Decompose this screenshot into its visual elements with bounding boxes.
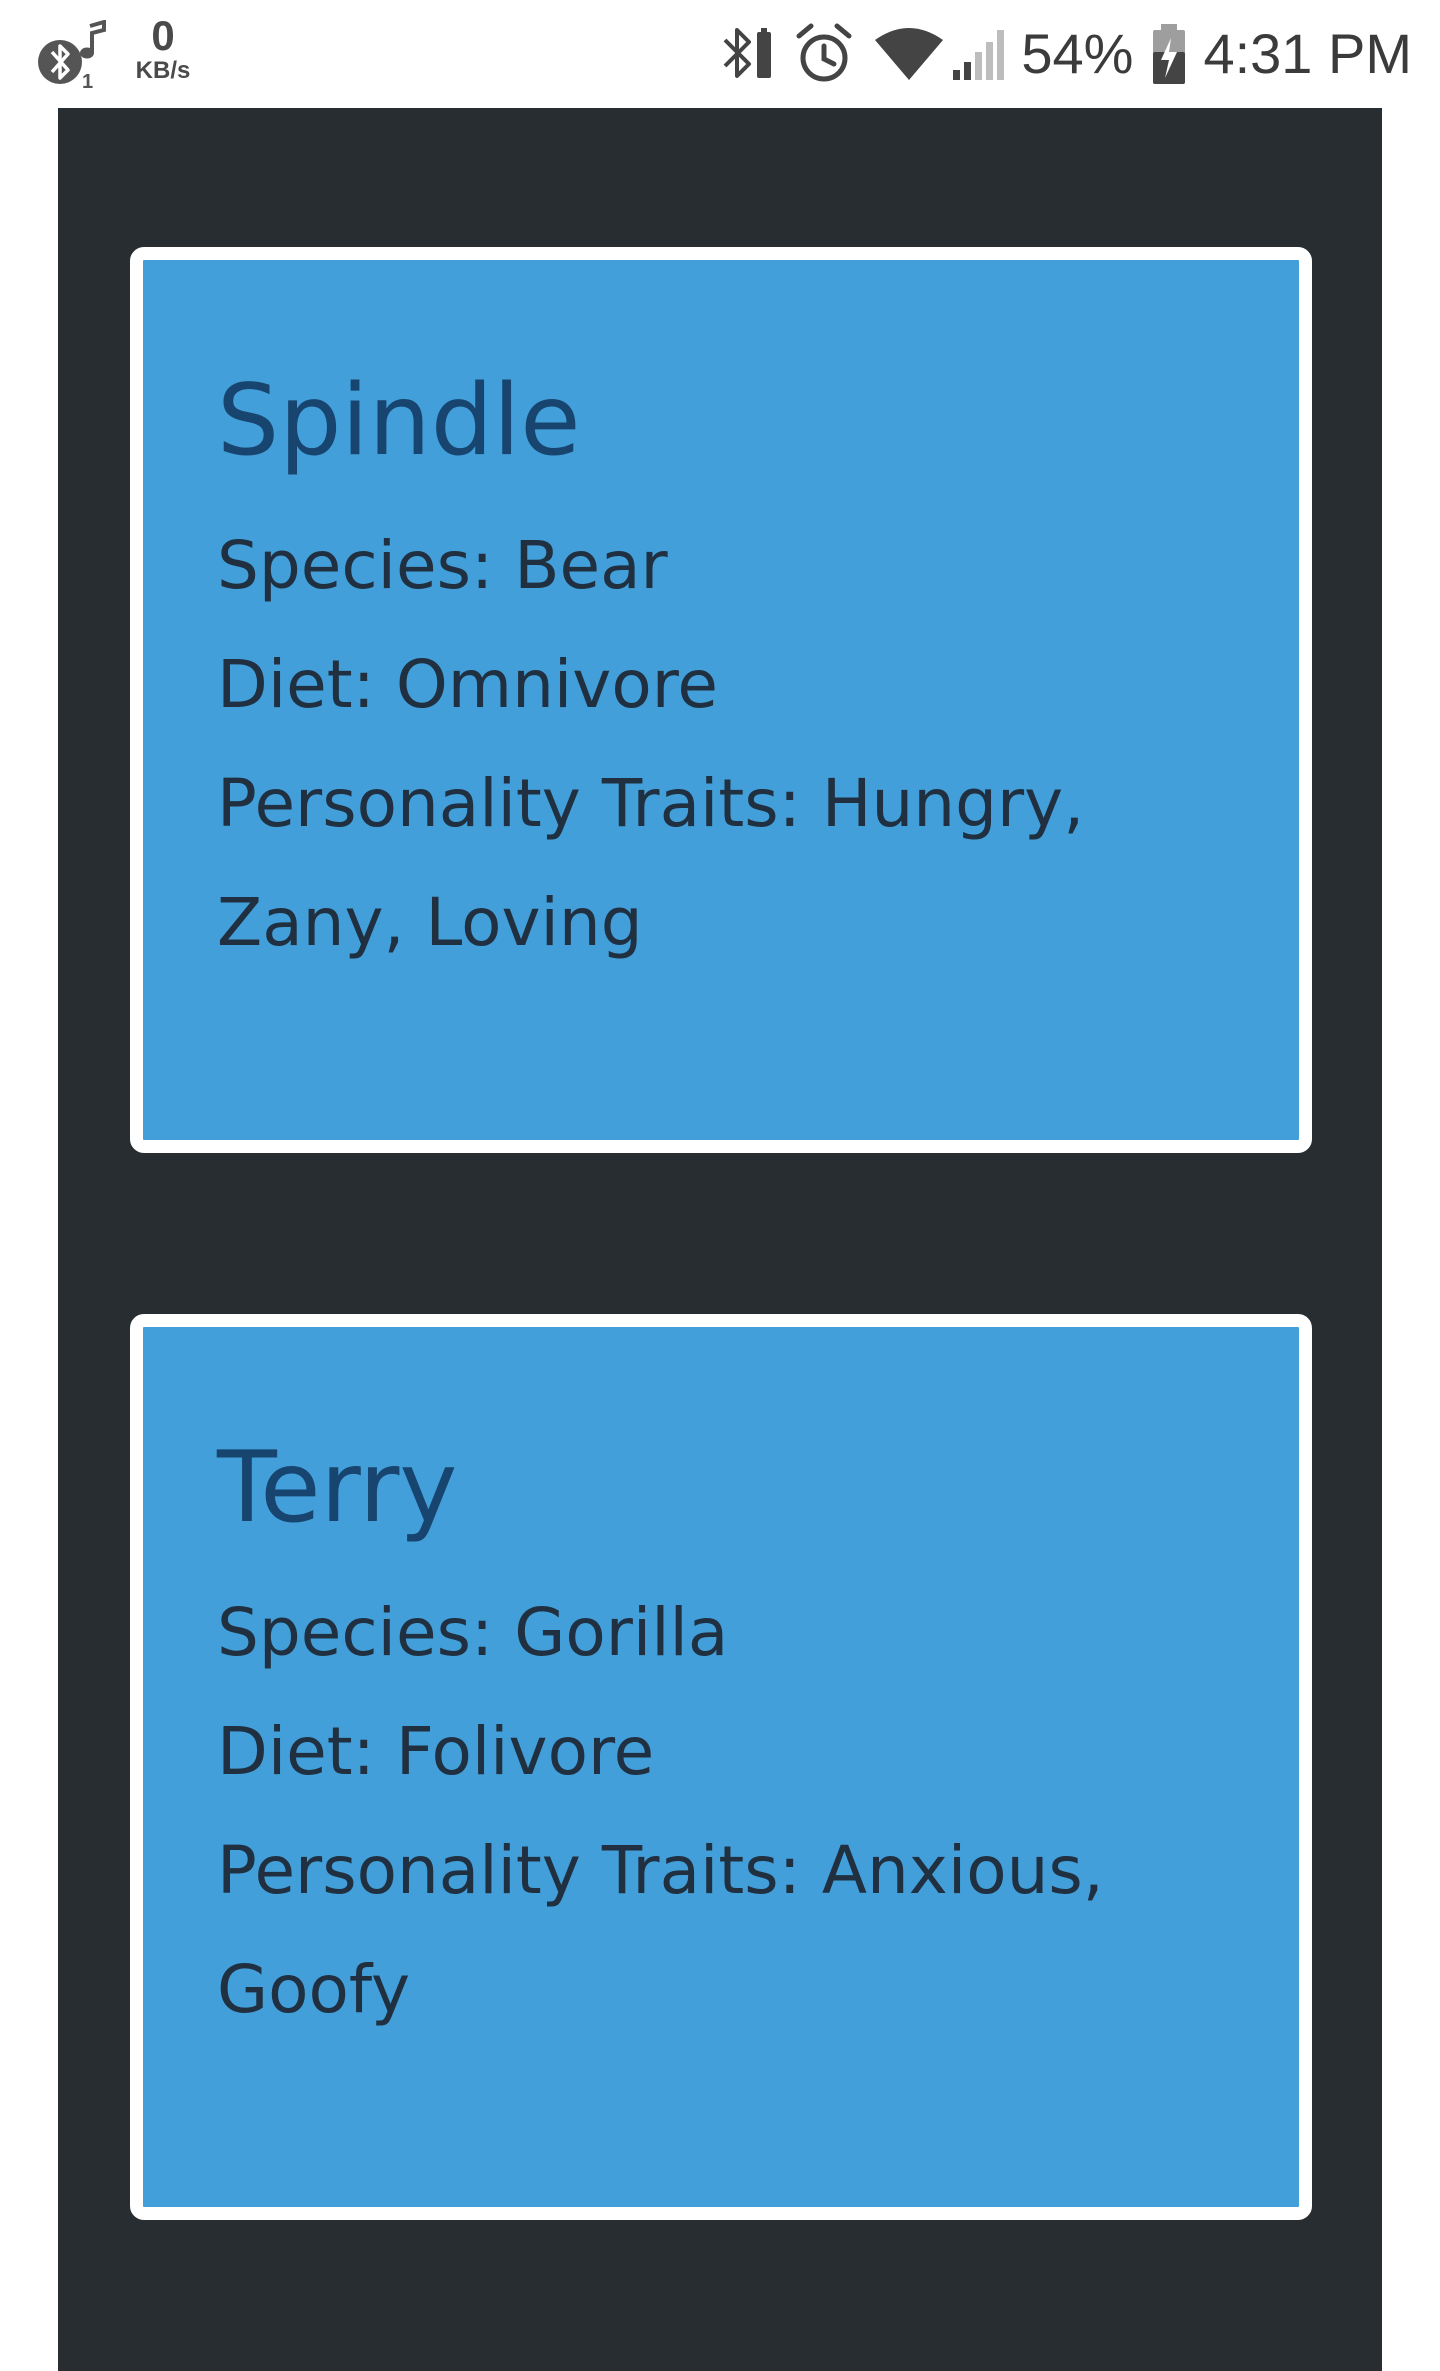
animal-traits-line-1: Personality Traits: Anxious, bbox=[217, 1832, 1104, 1909]
status-left-icons: 1 bbox=[34, 18, 124, 90]
animal-diet: Diet: Omnivore bbox=[217, 646, 718, 723]
battery-percent: 54% bbox=[1021, 22, 1134, 85]
clock: 4:31 PM bbox=[1203, 22, 1412, 85]
animal-list: Spindle Species: Bear Diet: Omnivore Per… bbox=[58, 108, 1382, 2371]
svg-text:1: 1 bbox=[82, 71, 93, 90]
network-speed: 0 KB/s bbox=[128, 14, 198, 84]
alarm-icon bbox=[796, 23, 852, 82]
animal-traits-line-1: Personality Traits: Hungry, bbox=[217, 765, 1085, 842]
animal-name: Terry bbox=[217, 1431, 458, 1545]
music-note-icon bbox=[80, 20, 106, 59]
animal-name: Spindle bbox=[217, 364, 581, 478]
animal-card: Spindle Species: Bear Diet: Omnivore Per… bbox=[130, 247, 1312, 1153]
cellular-signal-icon bbox=[953, 30, 1005, 80]
animal-card-content: Spindle Species: Bear Diet: Omnivore Per… bbox=[217, 366, 1227, 982]
animal-traits-line-2: Zany, Loving bbox=[217, 884, 643, 961]
status-bar: 1 0 KB/s 54% 4:31 PM bbox=[0, 0, 1440, 108]
animal-traits-line-2: Goofy bbox=[217, 1951, 411, 2028]
network-speed-value: 0 bbox=[151, 12, 175, 59]
bluetooth-battery-icon bbox=[723, 28, 772, 78]
status-right-icons: 54% 4:31 PM bbox=[715, 18, 1412, 90]
battery-charging-icon bbox=[1153, 24, 1186, 84]
animal-card-content: Terry Species: Gorilla Diet: Folivore Pe… bbox=[217, 1433, 1227, 2049]
animal-species: Species: Bear bbox=[217, 527, 668, 604]
animal-diet: Diet: Folivore bbox=[217, 1713, 655, 1790]
animal-species: Species: Gorilla bbox=[217, 1594, 729, 1671]
network-speed-unit: KB/s bbox=[135, 57, 191, 84]
animal-card: Terry Species: Gorilla Diet: Folivore Pe… bbox=[130, 1314, 1312, 2220]
wifi-icon bbox=[875, 28, 944, 80]
